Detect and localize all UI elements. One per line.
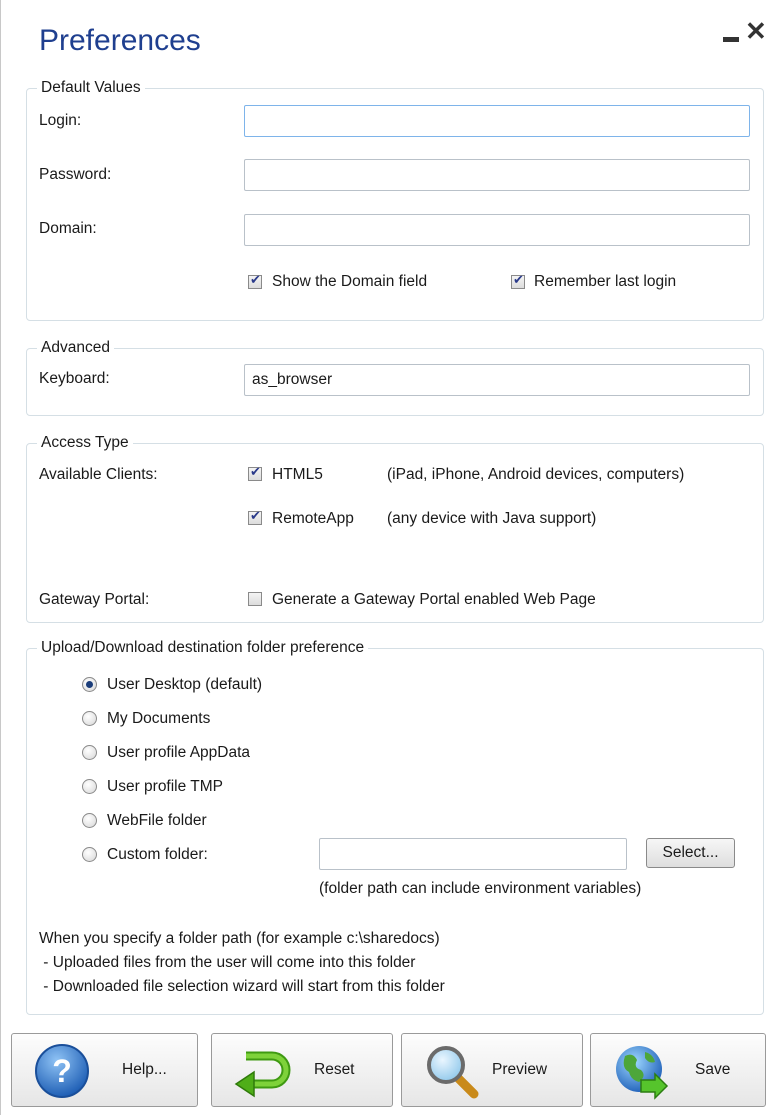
preview-button[interactable]: Preview xyxy=(401,1033,583,1107)
folder-note-line-3: - Downloaded file selection wizard will … xyxy=(39,978,445,995)
select-folder-button[interactable]: Select... xyxy=(646,838,735,868)
radio-user-profile-appdata-label: User profile AppData xyxy=(107,744,251,761)
default-values-legend: Default Values xyxy=(37,78,145,98)
radio-user-profile-tmp[interactable] xyxy=(82,779,97,794)
svg-text:?: ? xyxy=(52,1053,72,1089)
radio-webfile-folder[interactable] xyxy=(82,813,97,828)
gateway-portal-label: Gateway Portal: xyxy=(39,591,150,608)
radio-user-desktop[interactable] xyxy=(82,677,97,692)
help-button-label: Help... xyxy=(122,1061,167,1078)
preferences-window: Preferences ✕ Default Values Login: Pass… xyxy=(0,0,768,1115)
login-input[interactable] xyxy=(244,105,750,137)
domain-input[interactable] xyxy=(244,214,750,246)
preview-button-label: Preview xyxy=(492,1061,548,1078)
keyboard-label: Keyboard: xyxy=(39,370,110,387)
globe-save-icon xyxy=(616,1046,669,1100)
access-type-legend: Access Type xyxy=(37,433,133,453)
magnifier-icon xyxy=(427,1046,479,1099)
custom-folder-input[interactable] xyxy=(319,838,627,870)
html5-label: HTML5 xyxy=(272,466,323,483)
remoteapp-checkbox[interactable] xyxy=(248,509,262,525)
folder-path-hint: (folder path can include environment var… xyxy=(319,880,642,897)
folder-note-line-1: When you specify a folder path (for exam… xyxy=(39,930,440,947)
domain-label: Domain: xyxy=(39,220,97,237)
upload-download-legend: Upload/Download destination folder prefe… xyxy=(37,638,369,658)
radio-user-desktop-label: User Desktop (default) xyxy=(107,676,263,693)
gateway-portal-option-label: Generate a Gateway Portal enabled Web Pa… xyxy=(272,591,596,608)
radio-webfile-folder-label: WebFile folder xyxy=(107,812,207,829)
window-title: Preferences xyxy=(39,24,201,57)
remember-login-label: Remember last login xyxy=(534,273,677,290)
help-button[interactable]: ? Help... xyxy=(11,1033,198,1107)
show-domain-checkbox[interactable] xyxy=(248,273,262,289)
login-label: Login: xyxy=(39,112,82,129)
help-icon: ? xyxy=(35,1044,89,1098)
show-domain-label: Show the Domain field xyxy=(272,273,428,290)
html5-description: (iPad, iPhone, Android devices, computer… xyxy=(387,466,685,483)
gateway-portal-checkbox[interactable] xyxy=(248,592,262,606)
save-button-label: Save xyxy=(695,1061,731,1078)
minimize-icon[interactable] xyxy=(723,37,739,42)
folder-note-line-2: - Uploaded files from the user will come… xyxy=(39,954,416,971)
radio-custom-folder[interactable] xyxy=(82,847,97,862)
keyboard-input[interactable] xyxy=(244,364,750,396)
advanced-legend: Advanced xyxy=(37,338,114,358)
radio-my-documents[interactable] xyxy=(82,711,97,726)
remember-login-checkbox[interactable] xyxy=(511,273,525,289)
radio-custom-folder-label: Custom folder: xyxy=(107,846,208,863)
password-input[interactable] xyxy=(244,159,750,191)
remoteapp-description: (any device with Java support) xyxy=(387,510,597,527)
available-clients-label: Available Clients: xyxy=(39,466,158,483)
close-icon[interactable]: ✕ xyxy=(745,18,767,44)
radio-user-profile-appdata[interactable] xyxy=(82,745,97,760)
remoteapp-label: RemoteApp xyxy=(272,510,354,527)
reset-icon xyxy=(234,1051,291,1098)
reset-button-label: Reset xyxy=(314,1061,355,1078)
radio-my-documents-label: My Documents xyxy=(107,710,211,727)
password-label: Password: xyxy=(39,166,112,183)
save-button[interactable]: Save xyxy=(590,1033,766,1107)
html5-checkbox[interactable] xyxy=(248,465,262,481)
reset-button[interactable]: Reset xyxy=(211,1033,393,1107)
radio-user-profile-tmp-label: User profile TMP xyxy=(107,778,223,795)
